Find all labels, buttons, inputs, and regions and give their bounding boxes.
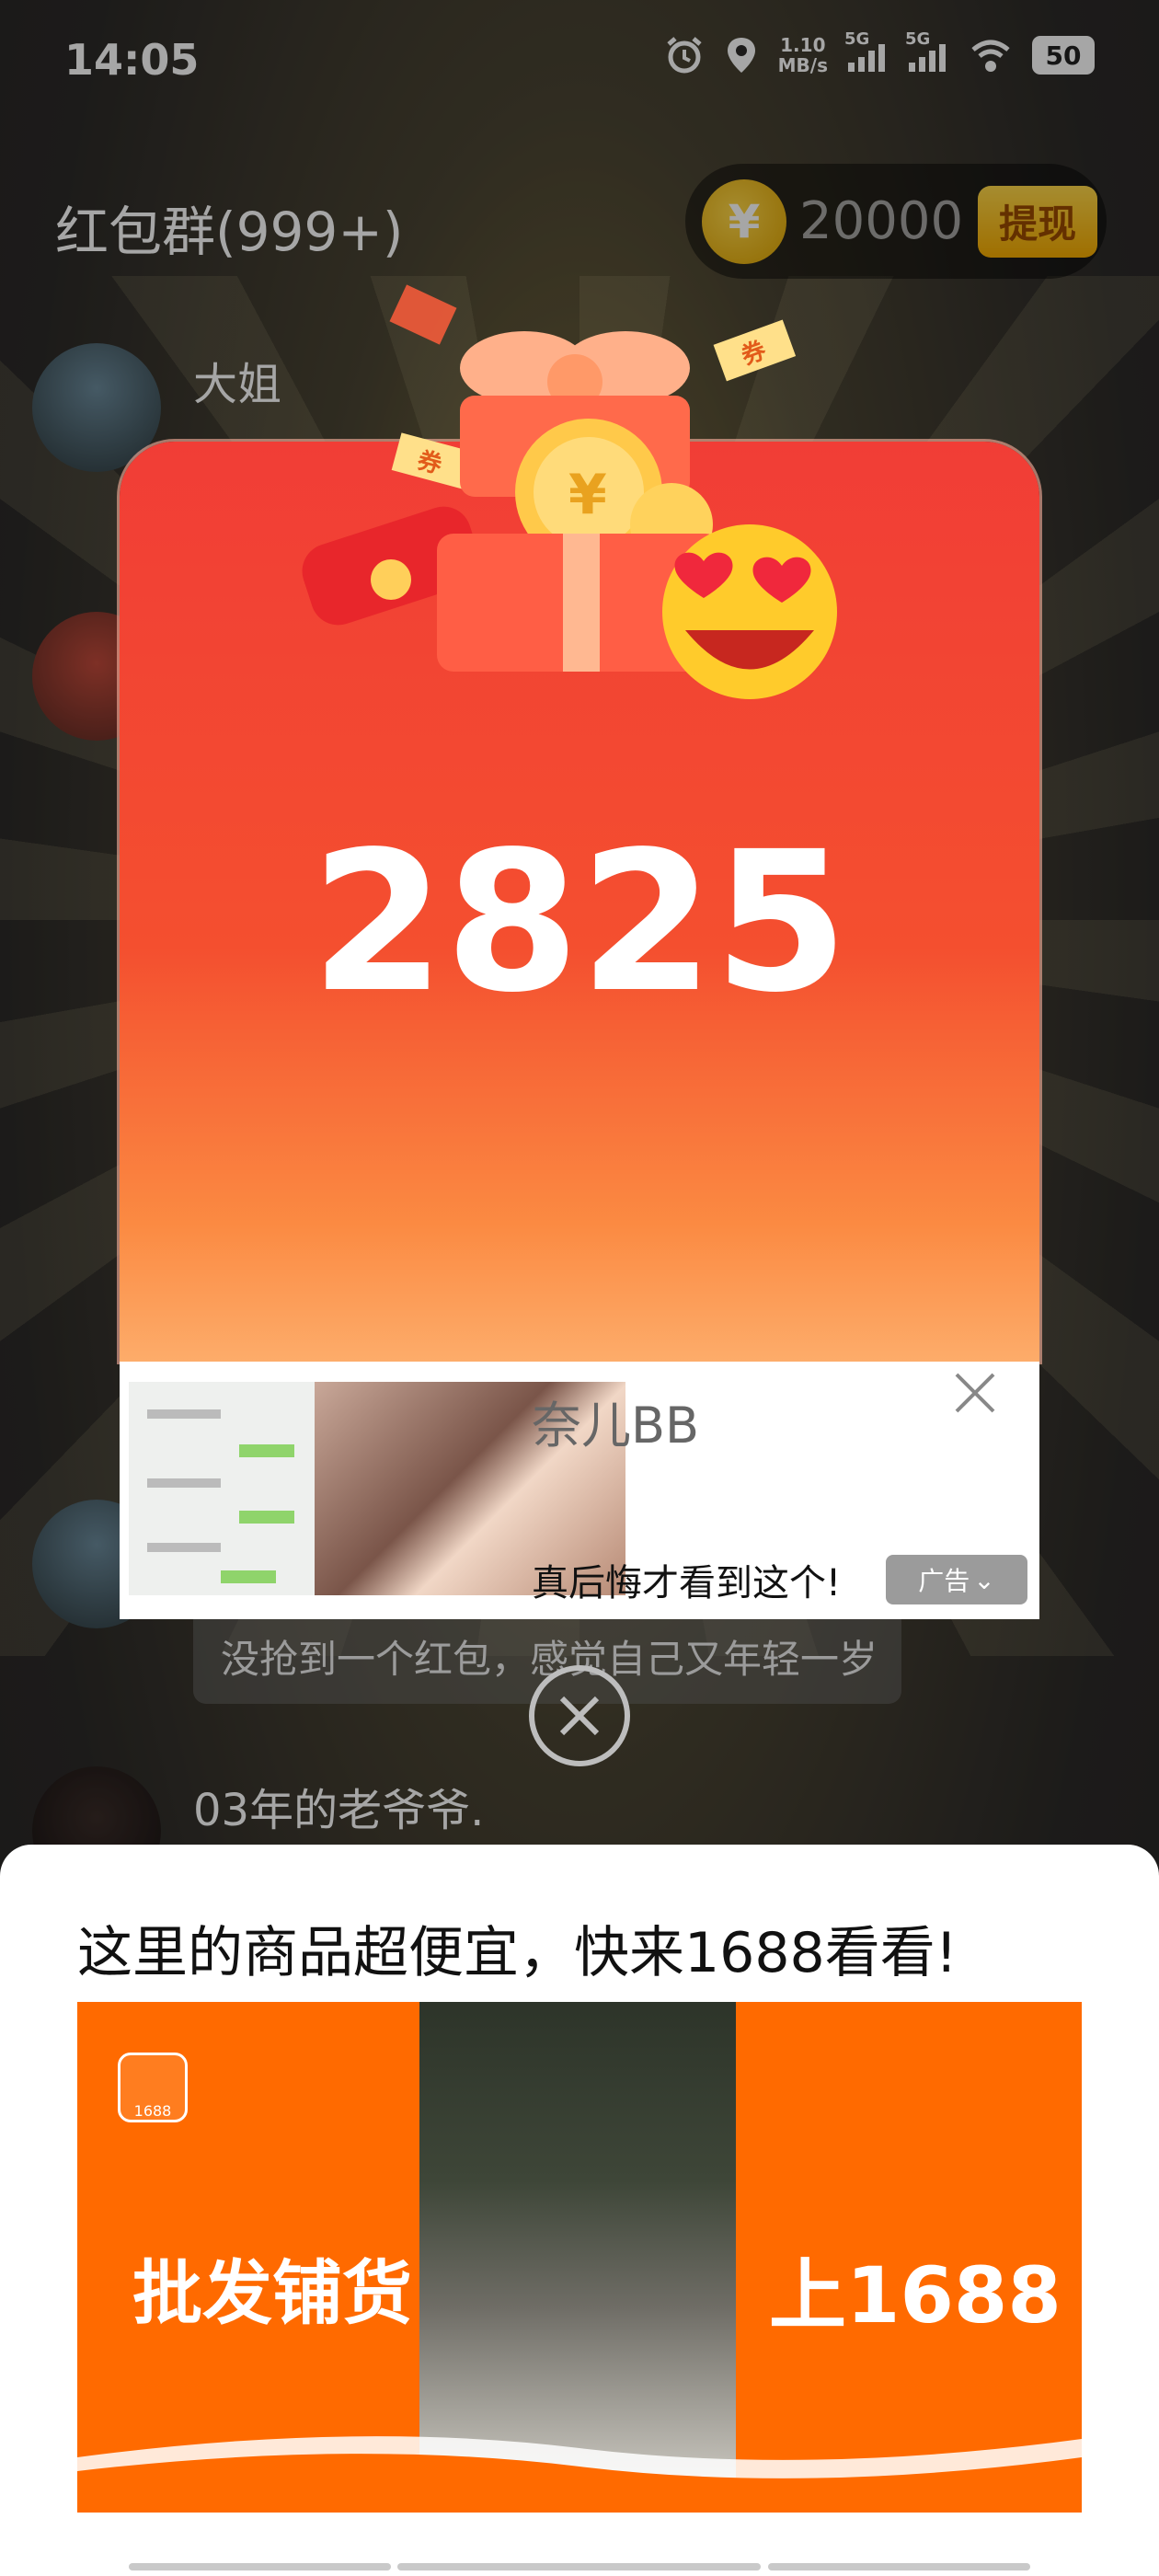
ad-description: 真后悔才看到这个! (532, 1562, 842, 1604)
red-packet-amount: 2825 (310, 810, 849, 1035)
chat-line (221, 1570, 276, 1583)
dialog-close-icon[interactable] (527, 1663, 632, 1768)
ad-close-icon[interactable] (953, 1371, 997, 1415)
ad-title: 奈儿BB (532, 1397, 700, 1455)
1688-logo: 1688 (118, 2053, 188, 2122)
chat-line (239, 1444, 294, 1457)
bottom-sheet-title: 这里的商品超便宜，快来1688看看! (77, 1921, 958, 1985)
chat-line (147, 1409, 221, 1419)
page-indicator (768, 2563, 1030, 2570)
chevron-down-icon: ⌄ (973, 1564, 995, 1595)
chat-line (147, 1478, 221, 1488)
banner-left-text: 批发铺货 (132, 2252, 412, 2334)
logo-text: 1688 (133, 2102, 172, 2120)
banner-right-text: 上1688 (769, 2250, 1061, 2340)
ad-banner-1688[interactable]: 1688 批发铺货 上1688 (77, 2002, 1082, 2513)
svg-text:¥: ¥ (568, 463, 607, 527)
ad-badge[interactable]: 广告 ⌄ (886, 1555, 1027, 1604)
chat-line (239, 1511, 294, 1524)
banner-wave (77, 2436, 1082, 2513)
gift-box-illustration: 券 券 ¥ (302, 284, 837, 699)
ad-thumbnail-chat (129, 1382, 322, 1595)
page-indicator (129, 2563, 391, 2570)
ad-badge-label: 广告 (918, 1566, 970, 1596)
chat-line (147, 1543, 221, 1552)
page-indicator (397, 2563, 761, 2570)
